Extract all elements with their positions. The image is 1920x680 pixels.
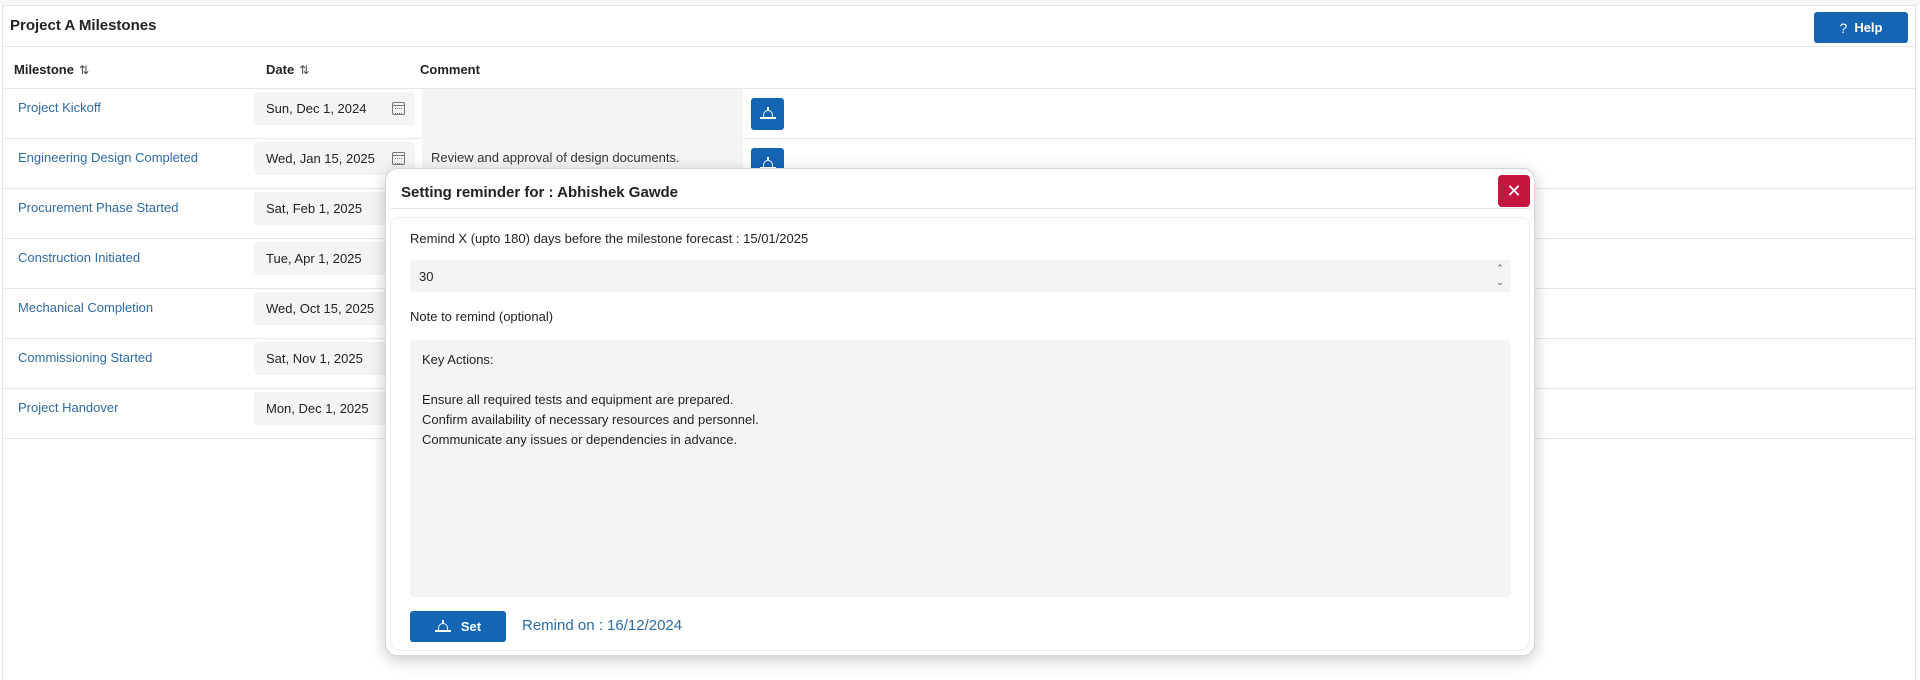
sort-icon[interactable]: ⇅ <box>79 63 89 77</box>
page-title: Project A Milestones <box>10 17 157 34</box>
note-label: Note to remind (optional) <box>410 309 554 324</box>
column-label: Date <box>266 62 295 77</box>
column-label: Milestone <box>14 62 74 77</box>
milestone-link[interactable]: Commissioning Started <box>18 350 152 365</box>
note-textarea[interactable]: Key Actions: Ensure all required tests a… <box>410 340 1511 597</box>
help-icon: ? <box>1839 19 1848 36</box>
date-value: Sat, Nov 1, 2025 <box>266 351 363 366</box>
bell-icon <box>434 619 451 634</box>
comment-field[interactable] <box>422 89 743 139</box>
date-value: Wed, Oct 15, 2025 <box>266 301 375 316</box>
help-button[interactable]: ? Help <box>1814 12 1908 43</box>
set-label: Set <box>460 619 482 634</box>
spin-down-icon[interactable]: ⌄ <box>1494 275 1506 289</box>
set-reminder-button[interactable] <box>751 98 784 130</box>
calendar-icon[interactable] <box>392 102 405 115</box>
close-icon: ✕ <box>1506 180 1522 201</box>
date-value: Wed, Jan 15, 2025 <box>266 151 375 166</box>
days-spinner[interactable]: ⌃ ⌄ <box>1494 261 1506 291</box>
column-header-milestone[interactable]: Milestone ⇅ <box>14 62 89 77</box>
remind-on-date: Remind on : 16/12/2024 <box>522 617 683 634</box>
sort-icon[interactable]: ⇅ <box>299 63 309 77</box>
column-header-comment: Comment <box>420 62 480 77</box>
column-label: Comment <box>420 62 480 77</box>
remind-days-input[interactable] <box>410 260 1511 292</box>
remind-days-label: Remind X (upto 180) days before the mile… <box>410 231 809 246</box>
milestone-link[interactable]: Project Handover <box>18 400 118 415</box>
table-header: Milestone ⇅ Date ⇅ Comment <box>3 47 1915 89</box>
milestone-link[interactable]: Construction Initiated <box>18 250 140 265</box>
reminder-modal: Setting reminder for : Abhishek Gawde ✕ … <box>385 168 1535 656</box>
panel-header: Project A Milestones ? Help <box>3 6 1915 47</box>
date-picker[interactable]: Sun, Dec 1, 2024 <box>254 92 415 125</box>
milestone-link[interactable]: Project Kickoff <box>18 100 101 115</box>
milestone-link[interactable]: Procurement Phase Started <box>18 200 178 215</box>
date-value: Sat, Feb 1, 2025 <box>266 201 363 216</box>
column-header-date[interactable]: Date ⇅ <box>266 62 309 77</box>
date-value: Mon, Dec 1, 2025 <box>266 401 369 416</box>
bell-icon <box>759 107 776 121</box>
milestone-link[interactable]: Mechanical Completion <box>18 300 153 315</box>
modal-title: Setting reminder for : Abhishek Gawde <box>401 184 678 201</box>
date-value: Sun, Dec 1, 2024 <box>266 101 367 116</box>
milestone-link[interactable]: Engineering Design Completed <box>18 150 198 165</box>
table-row: Project Kickoff Sun, Dec 1, 2024 <box>3 89 1915 139</box>
calendar-icon[interactable] <box>392 152 405 165</box>
close-button[interactable]: ✕ <box>1498 175 1530 207</box>
spin-up-icon[interactable]: ⌃ <box>1494 261 1506 275</box>
modal-header: Setting reminder for : Abhishek Gawde ✕ <box>390 175 1530 209</box>
set-button[interactable]: Set <box>410 611 506 642</box>
date-value: Tue, Apr 1, 2025 <box>266 251 362 266</box>
help-label: Help <box>1854 20 1883 35</box>
